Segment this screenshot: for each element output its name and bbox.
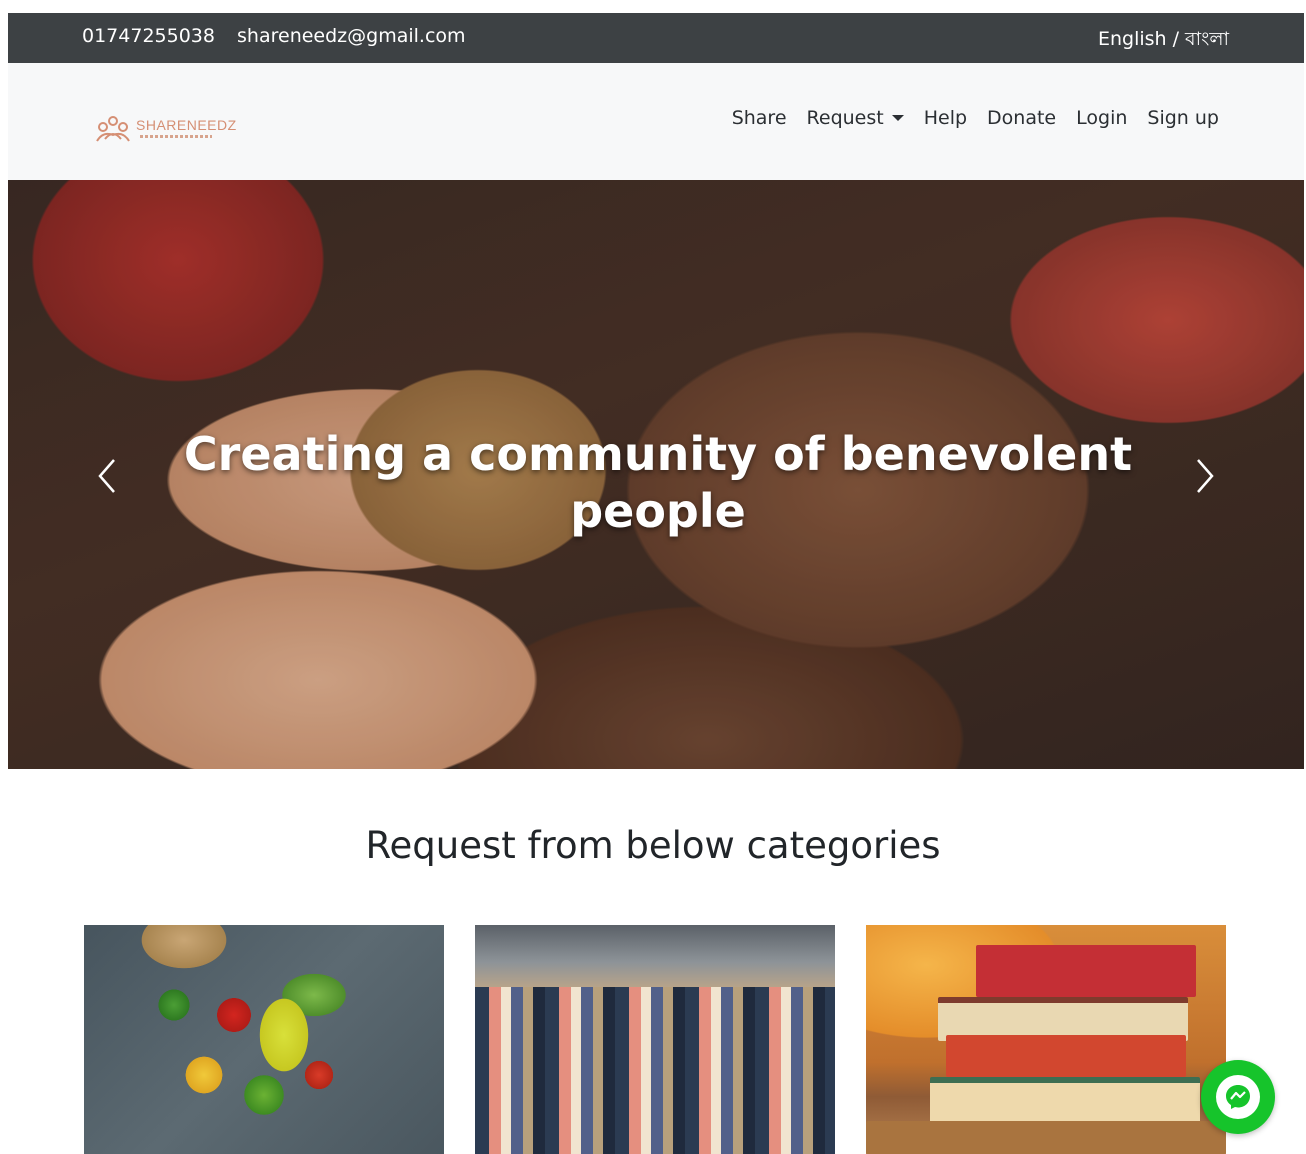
book-stack-1 — [976, 945, 1196, 997]
nav-donate-label: Donate — [987, 107, 1057, 129]
nav-signup[interactable]: Sign up — [1147, 107, 1219, 129]
nav-menu: Share Request Help Donate Login Sign up — [732, 107, 1219, 129]
chevron-left-icon — [98, 459, 115, 493]
hero-carousel: Creating a community of benevolent peopl… — [8, 180, 1304, 769]
messenger-icon — [1226, 1085, 1250, 1109]
top-contact-bar: 01747255038 shareneedz@gmail.com English… — [8, 13, 1304, 63]
nav-share-label: Share — [731, 107, 787, 129]
food-category-card[interactable] — [84, 925, 444, 1154]
messenger-icon-bg — [1216, 1075, 1260, 1119]
caret-down-icon — [891, 115, 904, 121]
nav-help-label: Help — [923, 107, 968, 129]
books-category-card[interactable] — [866, 925, 1226, 1154]
messenger-chat-button[interactable] — [1201, 1060, 1275, 1134]
carousel-next-button[interactable] — [1192, 456, 1218, 496]
brand-logo[interactable]: SHARENEEDZ — [93, 113, 236, 149]
carousel-prev-button[interactable] — [94, 456, 120, 496]
nav-help[interactable]: Help — [924, 107, 967, 129]
email-address[interactable]: shareneedz@gmail.com — [237, 25, 466, 47]
phone-number[interactable]: 01747255038 — [82, 25, 215, 47]
nav-share[interactable]: Share — [732, 107, 787, 129]
clothes-rack — [475, 925, 835, 987]
chevron-right-icon — [1197, 459, 1214, 493]
table-surface — [866, 1121, 1226, 1154]
nav-request-label: Request — [806, 107, 884, 129]
nav-request-dropdown[interactable]: Request — [807, 107, 904, 129]
hero-caption: Creating a community of benevolent peopl… — [183, 427, 1133, 538]
logo-icon — [96, 116, 130, 142]
book-stack-3 — [946, 1035, 1186, 1077]
nav-login[interactable]: Login — [1076, 107, 1127, 129]
categories-heading: Request from below categories — [365, 824, 941, 867]
main-navbar: SHARENEEDZ Share Request Help Donate Log… — [8, 63, 1304, 180]
clothes-category-card[interactable] — [475, 925, 835, 1154]
nav-signup-label: Sign up — [1147, 107, 1219, 129]
logo-tagline — [140, 135, 212, 138]
book-stack-4 — [930, 1077, 1200, 1127]
nav-donate[interactable]: Donate — [987, 107, 1056, 129]
nav-login-label: Login — [1076, 107, 1128, 129]
logo-text: SHARENEEDZ — [136, 117, 237, 133]
contact-info: 01747255038 shareneedz@gmail.com — [82, 25, 482, 47]
language-switcher[interactable]: English / বাংলা — [1098, 25, 1229, 57]
